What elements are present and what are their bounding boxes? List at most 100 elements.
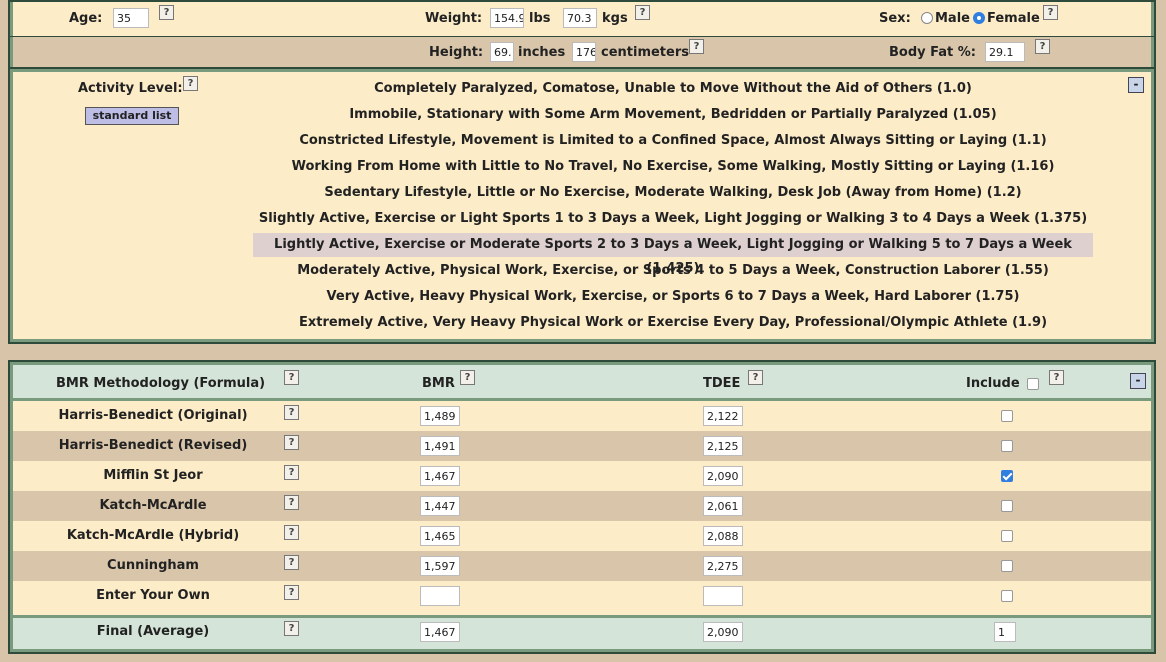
bmr-table: BMR Methodology (Formula) ? BMR ? TDEE ?… <box>10 362 1154 652</box>
activity-option[interactable]: Sedentary Lifestyle, Little or No Exerci… <box>253 181 1093 205</box>
kgs-unit-label: kgs <box>602 11 628 26</box>
table-row: Harris-Benedict (Revised) ? 1,491 2,125 <box>13 431 1151 461</box>
bmr-value[interactable]: 1,597 <box>420 556 460 576</box>
activity-option[interactable]: Moderately Active, Physical Work, Exerci… <box>253 259 1093 283</box>
age-help-icon[interactable]: ? <box>159 5 174 20</box>
table-collapse-button[interactable]: - <box>1130 373 1146 389</box>
height-label: Height: <box>429 45 484 60</box>
activity-level-label: Activity Level: <box>78 81 183 96</box>
weight-lbs-input[interactable]: 154.9 <box>490 8 524 28</box>
table-row: Cunningham ? 1,597 2,275 <box>13 551 1151 581</box>
method-help-icon[interactable]: ? <box>284 495 299 510</box>
method-name: Harris-Benedict (Original) <box>58 408 248 423</box>
weight-help-icon[interactable]: ? <box>635 5 650 20</box>
include-all-checkbox[interactable] <box>1027 378 1039 390</box>
method-help-icon[interactable]: ? <box>284 435 299 450</box>
final-average-row: Final (Average) ? 1,467 2,090 1 <box>13 615 1151 649</box>
tdee-value[interactable]: 2,125 <box>703 436 743 456</box>
bmr-value[interactable]: 1,491 <box>420 436 460 456</box>
bmr-value[interactable]: 1,465 <box>420 526 460 546</box>
height-bodyfat-row: Height: 69. inches 176 centimeters ? Bod… <box>10 37 1154 67</box>
method-name: Cunningham <box>107 558 199 573</box>
weight-label: Weight: <box>425 11 483 26</box>
method-name: Mifflin St Jeor <box>103 468 203 483</box>
method-name: Harris-Benedict (Revised) <box>58 438 248 453</box>
final-label: Final (Average) <box>96 624 210 639</box>
include-checkbox[interactable] <box>1001 440 1013 452</box>
bodyfat-label: Body Fat %: <box>889 45 977 60</box>
included-count: 1 <box>994 622 1016 642</box>
include-checkbox[interactable] <box>1001 530 1013 542</box>
include-checkbox[interactable] <box>1001 500 1013 512</box>
age-weight-sex-row: Age: 35 ? Weight: 154.9 lbs 70.3 kgs ? S… <box>10 2 1154 36</box>
bmr-value[interactable]: 1,447 <box>420 496 460 516</box>
inches-unit-label: inches <box>518 45 566 60</box>
age-label: Age: <box>69 11 103 26</box>
table-row: Mifflin St Jeor ? 1,467 2,090 <box>13 461 1151 491</box>
method-name: Katch-McArdle (Hybrid) <box>66 528 240 543</box>
include-help-icon[interactable]: ? <box>1049 370 1064 385</box>
personal-info-panel: Age: 35 ? Weight: 154.9 lbs 70.3 kgs ? S… <box>8 0 1156 344</box>
tdee-value[interactable]: 2,061 <box>703 496 743 516</box>
tdee-help-icon[interactable]: ? <box>748 370 763 385</box>
tdee-column-header: TDEE <box>703 376 741 391</box>
bodyfat-input[interactable]: 29.1 <box>985 42 1025 62</box>
method-help-icon[interactable]: ? <box>284 585 299 600</box>
custom-bmr-input[interactable] <box>420 586 460 606</box>
height-cm-input[interactable]: 176 <box>572 42 596 62</box>
sex-help-icon[interactable]: ? <box>1043 5 1058 20</box>
sex-male-radio[interactable] <box>921 12 933 24</box>
activity-option[interactable]: Completely Paralyzed, Comatose, Unable t… <box>253 77 1093 101</box>
cm-unit-label: centimeters <box>601 45 689 60</box>
sex-male-label[interactable]: Male <box>935 11 970 26</box>
bmr-table-panel: BMR Methodology (Formula) ? BMR ? TDEE ?… <box>8 360 1156 654</box>
final-help-icon[interactable]: ? <box>284 621 299 636</box>
sex-label: Sex: <box>879 11 911 26</box>
standard-list-button[interactable]: standard list <box>85 107 179 125</box>
activity-option[interactable]: Extremely Active, Very Heavy Physical Wo… <box>253 311 1093 335</box>
method-name: Katch-McArdle <box>99 498 207 513</box>
tdee-value[interactable]: 2,088 <box>703 526 743 546</box>
include-checkbox[interactable] <box>1001 590 1013 602</box>
include-checkbox[interactable] <box>1001 410 1013 422</box>
activity-collapse-button[interactable]: - <box>1128 77 1144 93</box>
activity-option-selected[interactable]: Lightly Active, Exercise or Moderate Spo… <box>253 233 1093 276</box>
tdee-value[interactable]: 2,090 <box>703 466 743 486</box>
activity-option[interactable]: Slightly Active, Exercise or Light Sport… <box>253 207 1093 231</box>
method-help-icon[interactable]: ? <box>284 555 299 570</box>
include-column-header: Include <box>966 376 1020 391</box>
bodyfat-help-icon[interactable]: ? <box>1035 39 1050 54</box>
tdee-value[interactable]: 2,122 <box>703 406 743 426</box>
method-help-icon[interactable]: ? <box>284 405 299 420</box>
activity-level-section: Activity Level: ? standard list - Comple… <box>10 69 1154 342</box>
method-column-header: BMR Methodology (Formula) <box>56 376 266 391</box>
bmr-help-icon[interactable]: ? <box>460 370 475 385</box>
method-help-icon[interactable]: ? <box>284 465 299 480</box>
method-help-icon[interactable]: ? <box>284 525 299 540</box>
sex-female-radio[interactable] <box>973 12 985 24</box>
table-row: Harris-Benedict (Original) ? 1,489 2,122 <box>13 401 1151 431</box>
table-row: Katch-McArdle ? 1,447 2,061 <box>13 491 1151 521</box>
height-help-icon[interactable]: ? <box>689 39 704 54</box>
include-checkbox[interactable] <box>1001 560 1013 572</box>
sex-female-label[interactable]: Female <box>987 11 1040 26</box>
activity-help-icon[interactable]: ? <box>183 76 198 91</box>
weight-kgs-input[interactable]: 70.3 <box>563 8 597 28</box>
activity-option[interactable]: Working From Home with Little to No Trav… <box>253 155 1093 179</box>
tdee-value[interactable]: 2,275 <box>703 556 743 576</box>
final-bmr-value: 1,467 <box>420 622 460 642</box>
activity-option[interactable]: Very Active, Heavy Physical Work, Exerci… <box>253 285 1093 309</box>
bmr-value[interactable]: 1,467 <box>420 466 460 486</box>
bmr-table-header: BMR Methodology (Formula) ? BMR ? TDEE ?… <box>13 365 1151 401</box>
custom-tdee-input[interactable] <box>703 586 743 606</box>
method-help-icon[interactable]: ? <box>284 370 299 385</box>
age-input[interactable]: 35 <box>113 8 149 28</box>
final-tdee-value: 2,090 <box>703 622 743 642</box>
table-row: Katch-McArdle (Hybrid) ? 1,465 2,088 <box>13 521 1151 551</box>
include-checkbox-checked[interactable] <box>1001 470 1013 482</box>
lbs-unit-label: lbs <box>529 11 551 26</box>
bmr-value[interactable]: 1,489 <box>420 406 460 426</box>
height-inches-input[interactable]: 69. <box>490 42 514 62</box>
activity-option[interactable]: Immobile, Stationary with Some Arm Movem… <box>253 103 1093 127</box>
activity-option[interactable]: Constricted Lifestyle, Movement is Limit… <box>253 129 1093 153</box>
